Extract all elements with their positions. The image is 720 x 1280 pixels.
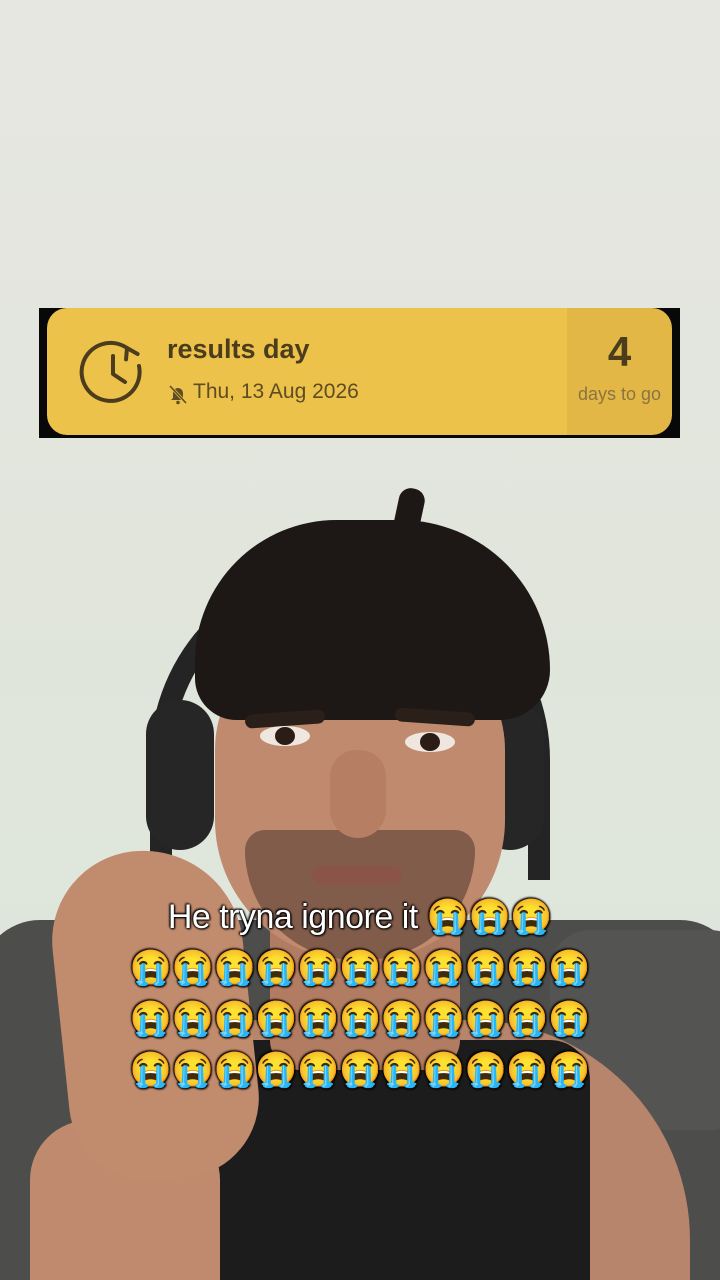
silent-icon (168, 384, 188, 405)
event-title: results day (167, 334, 310, 364)
countdown-widget: results day Thu, 13 Aug 2026 4 days to g… (39, 308, 680, 438)
headphone-cup-left (146, 700, 214, 850)
person-nose (330, 750, 386, 838)
eye-left (260, 726, 310, 746)
countdown-number: 4 (607, 328, 632, 375)
caption-line-3: 😭😭😭😭😭😭😭😭😭😭😭 (129, 1000, 591, 1038)
caption-line-1: He tryna ignore it 😭😭😭 (167, 898, 553, 936)
countdown-label: days to go (577, 384, 662, 404)
person-mouth (312, 866, 402, 884)
widget-countdown-panel: 4 days to go (567, 308, 672, 435)
widget-main-panel: results day Thu, 13 Aug 2026 (47, 308, 567, 435)
clock-icon (79, 340, 142, 403)
event-date: Thu, 13 Aug 2026 (193, 380, 359, 403)
eye-right (405, 732, 455, 752)
video-frame: results day Thu, 13 Aug 2026 4 days to g… (0, 0, 720, 1280)
person-hair (195, 520, 550, 720)
video-caption: He tryna ignore it 😭😭😭 😭😭😭😭😭😭😭😭😭😭😭 😭😭😭😭😭… (110, 892, 610, 1096)
caption-line-4: 😭😭😭😭😭😭😭😭😭😭😭 (129, 1051, 591, 1089)
caption-line-2: 😭😭😭😭😭😭😭😭😭😭😭 (129, 949, 591, 987)
